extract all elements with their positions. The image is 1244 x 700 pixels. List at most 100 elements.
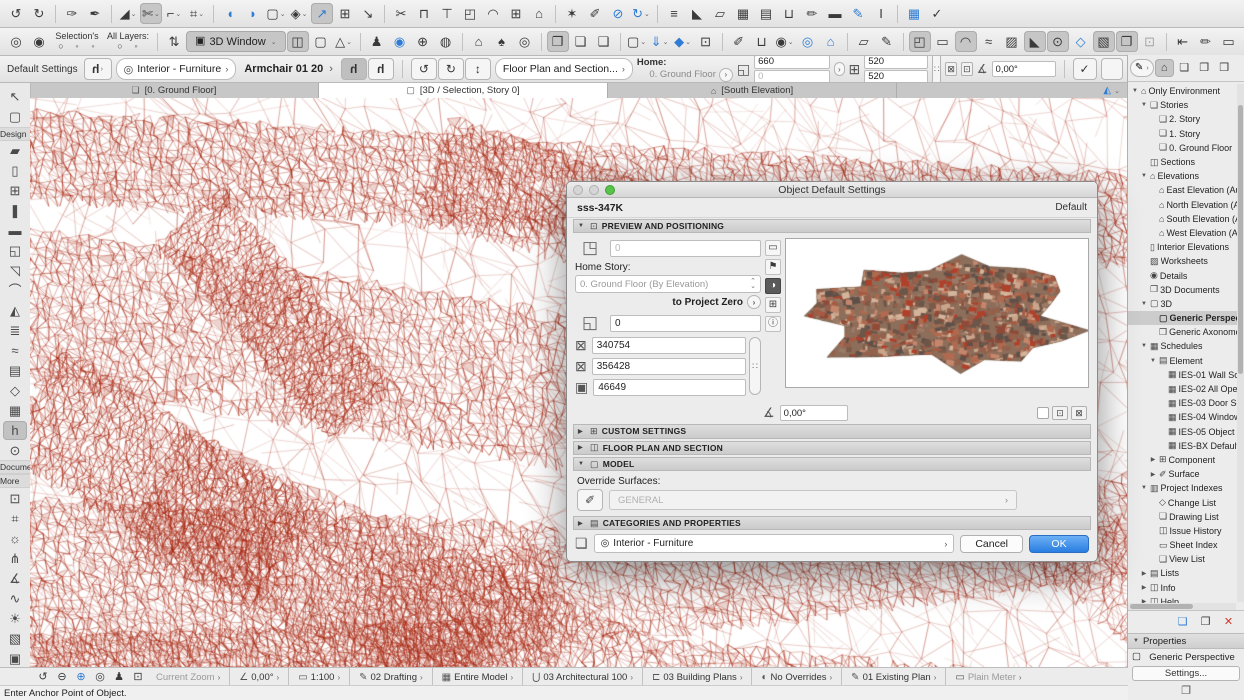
pen-tools-icon[interactable]: ✎ (876, 31, 898, 52)
lists-icon[interactable]: ▶ ▤ Lists (1128, 566, 1244, 580)
axonometry-view-icon[interactable]: ❒ Generic Axonomet (1128, 325, 1244, 339)
cleanup-brush-icon[interactable]: ✐ (584, 3, 606, 24)
look-around-icon[interactable]: ◉ (389, 31, 411, 52)
inject-parameters-icon[interactable]: ✒ (84, 3, 106, 24)
diamond-icon[interactable]: ◇ (1070, 31, 1092, 52)
shingle-small-icon[interactable]: ▤ (755, 3, 777, 24)
split-icon[interactable]: ✂ (390, 3, 412, 24)
home-story-chevron[interactable]: › (719, 68, 733, 82)
structure-display-control[interactable]: ▦Entire Model› (438, 672, 517, 683)
paste-view-icon[interactable]: ❑ (593, 31, 615, 52)
new-viewpoint-icon[interactable]: ❏ (1173, 613, 1192, 631)
window-tool[interactable]: ⊞ (3, 181, 27, 201)
project-chooser-button[interactable]: ✎› (1130, 59, 1154, 77)
stretch-icon[interactable]: ↘ (357, 3, 379, 24)
corner-window-icon[interactable]: ◰ (459, 3, 481, 24)
branch-tool[interactable]: ⋔ (3, 548, 27, 568)
orientation-control[interactable]: ∠0,00°› (235, 672, 283, 683)
project-map-icon[interactable]: ⌂ (1155, 59, 1174, 77)
dimension-standard-control[interactable]: ⊏03 Building Plans› (648, 672, 746, 683)
slab-tool[interactable]: ◱ (3, 241, 27, 261)
navigator-settings-button[interactable]: Settings... (1132, 666, 1240, 681)
sheet-index-icon[interactable]: ▭ Sheet Index (1128, 538, 1244, 552)
broom-small-icon[interactable]: ✏ (801, 3, 823, 24)
orbit-icon[interactable]: ↺ (34, 670, 52, 685)
preview-3d-icon[interactable]: ◑ (765, 278, 781, 294)
cube-section-icon[interactable]: ◫ (287, 31, 309, 52)
arrow-tool[interactable]: ↖ (3, 87, 27, 107)
3d-folder-icon[interactable]: ▼ ▢ 3D (1128, 297, 1244, 311)
copy-fill-icon[interactable]: ❐ (1116, 31, 1138, 52)
trim-icon[interactable]: ✄⌄ (140, 3, 162, 24)
width-input[interactable] (864, 56, 928, 69)
scale-control[interactable]: ▭1:100› (294, 672, 344, 683)
railing-tool[interactable]: ≈ (3, 341, 27, 361)
details-icon[interactable]: ◉ Details (1128, 268, 1244, 282)
view-map-icon[interactable]: ❏ (1175, 59, 1194, 77)
object-3d-button[interactable]: h (368, 58, 394, 80)
axonometry-icon[interactable]: △⌄ (333, 31, 355, 52)
move-icon[interactable]: ↗ (311, 3, 333, 24)
shell-tool[interactable]: ⌒ (3, 281, 27, 301)
fit-in-window-icon[interactable]: ⊡ (129, 670, 147, 685)
picture-fill-icon[interactable]: ▧ (1093, 31, 1115, 52)
delete-icon[interactable]: ✕ (1219, 613, 1238, 631)
to-project-zero-button[interactable]: › (747, 295, 761, 309)
hatch-lines-icon[interactable]: ≈ (978, 31, 1000, 52)
opening-tool[interactable]: ⊡ (3, 488, 27, 508)
slope-icon[interactable]: ◣ (1024, 31, 1046, 52)
schedule-icon[interactable]: ▦ IES-BX Default (1128, 439, 1244, 453)
footer-layer-combo[interactable]: ◎ Interior - Furniture › (594, 534, 955, 553)
schedule-icon[interactable]: ▦ IES-05 Object I (1128, 425, 1244, 439)
cancel-button[interactable]: Cancel (960, 535, 1023, 553)
surface-icon[interactable]: ▶ ✐ Surface (1128, 467, 1244, 481)
publish-cloud-icon[interactable]: ◆⌄ (672, 31, 694, 52)
quick-preview-icon[interactable]: ◉ (28, 31, 50, 52)
rotation-angle-input[interactable] (780, 405, 848, 421)
rotate-left-button[interactable]: ↺ (411, 58, 437, 80)
mesh-tool[interactable]: ▦ (3, 401, 27, 421)
guide-lines-icon[interactable]: ◢⌄ (117, 3, 139, 24)
column-tool[interactable]: ❚ (3, 201, 27, 221)
preview-2d-symbol-icon[interactable]: ▭ (765, 240, 781, 256)
top-offset-input[interactable] (610, 240, 761, 257)
layers-oval-icon[interactable]: ○ (113, 41, 127, 53)
graphic-overrides-control[interactable]: ◐No Overrides› (757, 672, 836, 683)
schedule-icon[interactable]: ▦ IES-02 All Oper (1128, 382, 1244, 396)
find-text-icon[interactable]: ▭ (1218, 31, 1240, 52)
3d-window-button[interactable]: ▣ 3D Window ⌄ (186, 31, 286, 52)
zoom-in-icon[interactable]: ⊕ (72, 670, 90, 685)
zone-tool[interactable]: ◇ (3, 381, 27, 401)
elevations-icon[interactable]: ▼ ⌂ Elevations (1128, 169, 1244, 183)
visibility-eye-icon[interactable]: ◎ (514, 31, 536, 52)
roof-level-icon[interactable]: ⌂ (528, 3, 550, 24)
schedules-icon[interactable]: ▼ ▦ Schedules (1128, 339, 1244, 353)
override-surface-select[interactable]: GENERAL › (609, 490, 1017, 510)
wall-tool[interactable]: ▰ (3, 141, 27, 161)
layers-stack-icon[interactable]: ❐ (1181, 686, 1191, 697)
properties-header[interactable]: ▼ Properties (1128, 633, 1244, 649)
show-placed-icon[interactable]: ❐ (547, 31, 569, 52)
elevation-icon[interactable]: ⌂ West Elevation (Au (1128, 226, 1244, 240)
elevation-icon[interactable]: ⌂ East Elevation (Au (1128, 183, 1244, 197)
camera-tool[interactable]: ▣ (3, 648, 27, 668)
dialog-title-bar[interactable]: Object Default Settings (567, 182, 1097, 198)
screen-capture-icon[interactable]: ⊡ (695, 31, 717, 52)
curtain-wall-tool[interactable]: ▤ (3, 361, 27, 381)
schedule-icon[interactable]: ▦ IES-03 Door Sc (1128, 396, 1244, 410)
favorites-cup-icon[interactable]: ⊔ (751, 31, 773, 52)
elevation-chevron[interactable]: › (834, 62, 844, 76)
elevation-offset-input[interactable] (754, 70, 830, 84)
mirror-y-button[interactable]: ⊡ (961, 62, 973, 76)
align-icon[interactable]: ⊤ (436, 3, 458, 24)
teamwork-sync-icon[interactable]: ↻⌄ (630, 3, 652, 24)
blank-option-button[interactable] (1101, 58, 1123, 80)
schedule-icon[interactable]: ▦ IES-01 Wall Sch (1128, 368, 1244, 382)
story-icon[interactable]: ❏ 0. Ground Floor (1128, 141, 1244, 155)
rotate-right-button[interactable]: ↻ (438, 58, 464, 80)
apply-check-button[interactable]: ✓ (1073, 58, 1097, 80)
bottom-offset-input[interactable] (610, 315, 761, 332)
walk-icon[interactable]: ♟ (366, 31, 388, 52)
fill-rect-icon[interactable]: ▭ (932, 31, 954, 52)
roof-tool[interactable]: ◹ (3, 261, 27, 281)
